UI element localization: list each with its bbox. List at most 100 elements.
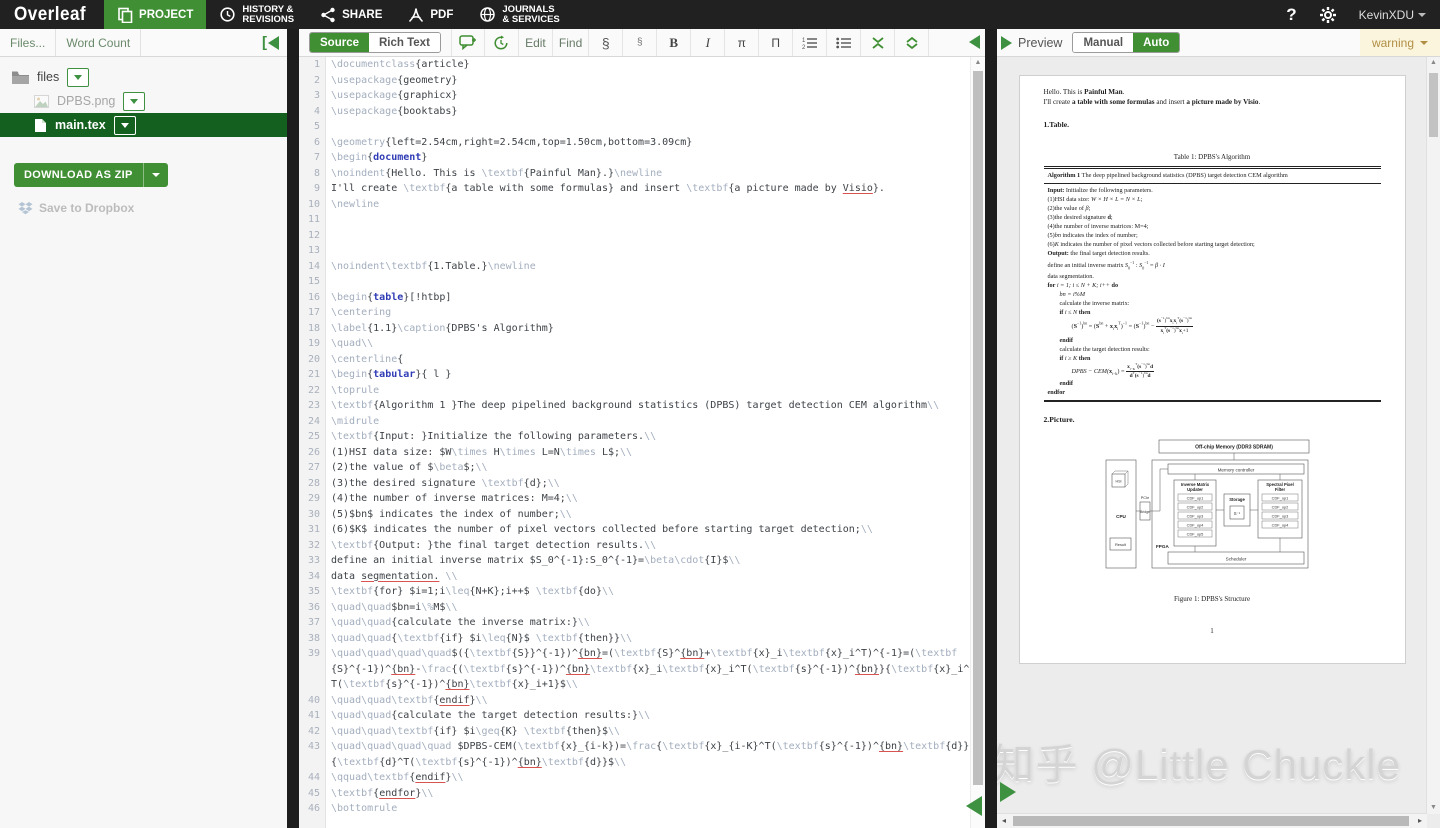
nav-share[interactable]: SHARE: [307, 0, 395, 29]
scroll-down-arrow[interactable]: ▼: [1427, 802, 1440, 814]
code-line[interactable]: 33define an initial inverse matrix $S_0^…: [299, 553, 971, 569]
scrollbar-thumb[interactable]: [1013, 816, 1409, 826]
bold-button[interactable]: B: [657, 29, 691, 56]
italic-button[interactable]: I: [691, 29, 725, 56]
code-line[interactable]: 29(4)the number of inverse matrices: M=4…: [299, 491, 971, 507]
code-line[interactable]: 41\quad\quad{calculate the target detect…: [299, 708, 971, 724]
expand-lines-button[interactable]: [895, 29, 929, 56]
code-line[interactable]: 17\centering: [299, 305, 971, 321]
code-line[interactable]: 11: [299, 212, 971, 228]
pane-divider[interactable]: [287, 29, 299, 828]
collapse-sidebar-button[interactable]: [: [262, 34, 279, 51]
nav-history-revisions[interactable]: HISTORY &REVISIONS: [206, 0, 307, 29]
inline-math-button[interactable]: π: [725, 29, 759, 56]
code-line[interactable]: 46\bottomrule: [299, 801, 971, 817]
code-line[interactable]: 18\label{1.1}\caption{DPBS's Algorithm}: [299, 321, 971, 337]
code-line[interactable]: 30(5)$bn$ indicates the index of number;…: [299, 507, 971, 523]
tab-rich-text[interactable]: Rich Text: [369, 33, 440, 52]
tree-file-main-tex[interactable]: main.tex: [0, 113, 287, 137]
code-line[interactable]: 19\quad\\: [299, 336, 971, 352]
code-line[interactable]: 34data segmentation. \\: [299, 569, 971, 585]
auto-mode-button[interactable]: Auto: [1133, 33, 1179, 52]
nav-project[interactable]: PROJECT: [104, 0, 206, 29]
preview-horizontal-scrollbar[interactable]: ◂ ▸: [997, 813, 1427, 828]
folder-dropdown-button[interactable]: [67, 68, 89, 87]
scroll-up-arrow[interactable]: ▲: [971, 57, 985, 69]
code-line[interactable]: 14\noindent\textbf{1.Table.}\newline: [299, 259, 971, 275]
code-line[interactable]: 16\begin{table}[!htbp]: [299, 290, 971, 306]
bullet-list-button[interactable]: [827, 29, 861, 56]
code-line[interactable]: 13: [299, 243, 971, 259]
code-line[interactable]: 7\begin{document}: [299, 150, 971, 166]
numbered-list-button[interactable]: 12: [793, 29, 827, 56]
editor-vertical-scrollbar[interactable]: ▲: [970, 57, 985, 828]
code-line[interactable]: 22\toprule: [299, 383, 971, 399]
code-line[interactable]: 44\qquad\textbf{endif}\\: [299, 770, 971, 786]
collapse-editor-button[interactable]: [969, 35, 980, 49]
history-button[interactable]: [485, 29, 519, 56]
code-line[interactable]: 8\noindent{Hello. This is \textbf{Painfu…: [299, 166, 971, 182]
expand-preview-button[interactable]: [1001, 36, 1012, 50]
code-line[interactable]: 4\usepackage{booktabs}: [299, 104, 971, 120]
code-line[interactable]: 3\usepackage{graphicx}: [299, 88, 971, 104]
code-line[interactable]: 35\textbf{for} $i=1;i\leq{N+K};i++$ \tex…: [299, 584, 971, 600]
settings-gear-icon[interactable]: [1319, 6, 1337, 24]
find-button[interactable]: Find: [553, 29, 589, 56]
code-line[interactable]: 26(1)HSI data size: $W\times H\times L=N…: [299, 445, 971, 461]
code-line[interactable]: 9I'll create \textbf{a table with some f…: [299, 181, 971, 197]
scroll-up-arrow[interactable]: ▲: [1427, 57, 1440, 69]
code-line[interactable]: 40\quad\quad\textbf{endif}\\: [299, 693, 971, 709]
download-zip-caret-button[interactable]: [143, 163, 168, 187]
overleaf-logo[interactable]: Overleaf: [0, 0, 104, 29]
code-line[interactable]: 24\midrule: [299, 414, 971, 430]
word-count-button[interactable]: Word Count: [56, 29, 141, 56]
code-line[interactable]: 39\quad\quad\quad\quad$({\textbf{S}}^{-1…: [299, 646, 971, 693]
download-zip-button[interactable]: DOWNLOAD AS ZIP: [14, 163, 143, 187]
code-line[interactable]: 23\textbf{Algorithm 1 }The deep pipeline…: [299, 398, 971, 414]
display-math-button[interactable]: Π: [759, 29, 793, 56]
code-line[interactable]: 31(6)$K$ indicates the number of pixel v…: [299, 522, 971, 538]
scrollbar-thumb[interactable]: [973, 71, 983, 785]
code-line[interactable]: 27(2)the value of $\beta$;\\: [299, 460, 971, 476]
code-line[interactable]: 6\geometry{left=2.54cm,right=2.54cm,top=…: [299, 135, 971, 151]
tree-file-dpbs-png[interactable]: DPBS.png: [0, 89, 287, 113]
warning-dropdown[interactable]: warning: [1360, 29, 1440, 56]
code-line[interactable]: 43\quad\quad\quad\quad $DPBS-CEM(\textbf…: [299, 739, 971, 770]
code-line[interactable]: 32\textbf{Output: }the final target dete…: [299, 538, 971, 554]
code-line[interactable]: 38\quad\quad{\textbf{if} $i\leq{N}$ \tex…: [299, 631, 971, 647]
code-line[interactable]: 21\begin{tabular}{ l }: [299, 367, 971, 383]
expand-preview-bottom-button[interactable]: [1000, 782, 1016, 802]
scrollbar-thumb[interactable]: [1429, 73, 1438, 137]
nav-journals-services[interactable]: JOURNALS& SERVICES: [466, 0, 572, 29]
code-line[interactable]: 20\centerline{: [299, 352, 971, 368]
code-line[interactable]: 28(3)the desired signature \textbf{d};\\: [299, 476, 971, 492]
add-comment-button[interactable]: [451, 29, 485, 56]
code-line[interactable]: 37\quad\quad{calculate the inverse matri…: [299, 615, 971, 631]
file-dropdown-button[interactable]: [114, 116, 136, 135]
help-button[interactable]: ?: [1286, 5, 1296, 25]
code-line[interactable]: 42\quad\quad\textbf{if} $i\geq{K} \textb…: [299, 724, 971, 740]
tab-source[interactable]: Source: [310, 33, 369, 52]
collapse-editor-bottom-button[interactable]: [966, 796, 982, 816]
code-line[interactable]: 12: [299, 228, 971, 244]
code-line[interactable]: 15: [299, 274, 971, 290]
subsection-button[interactable]: §: [623, 29, 657, 56]
code-line[interactable]: 5: [299, 119, 971, 135]
preview-vertical-scrollbar[interactable]: ▲ ▼: [1426, 57, 1440, 814]
code-line[interactable]: 36\quad\quad$bn=i\%M$\\: [299, 600, 971, 616]
collapse-lines-button[interactable]: [861, 29, 895, 56]
code-line[interactable]: 2\usepackage{geometry}: [299, 73, 971, 89]
files-button[interactable]: Files...: [0, 29, 56, 56]
tree-folder-files[interactable]: files: [0, 65, 287, 89]
file-dropdown-button[interactable]: [123, 92, 145, 111]
code-line[interactable]: 45\textbf{endfor}\\: [299, 786, 971, 802]
code-editor[interactable]: 1\documentclass{article}2\usepackage{geo…: [299, 57, 971, 828]
scroll-right-arrow[interactable]: ▸: [1413, 814, 1427, 828]
code-line[interactable]: 1\documentclass{article}: [299, 57, 971, 73]
section-button[interactable]: §: [589, 29, 623, 56]
code-line[interactable]: 25\textbf{Input: }Initialize the followi…: [299, 429, 971, 445]
manual-mode-button[interactable]: Manual: [1073, 33, 1133, 52]
pane-divider[interactable]: [985, 29, 997, 828]
scroll-left-arrow[interactable]: ◂: [997, 814, 1011, 828]
code-line[interactable]: 10\newline: [299, 197, 971, 213]
